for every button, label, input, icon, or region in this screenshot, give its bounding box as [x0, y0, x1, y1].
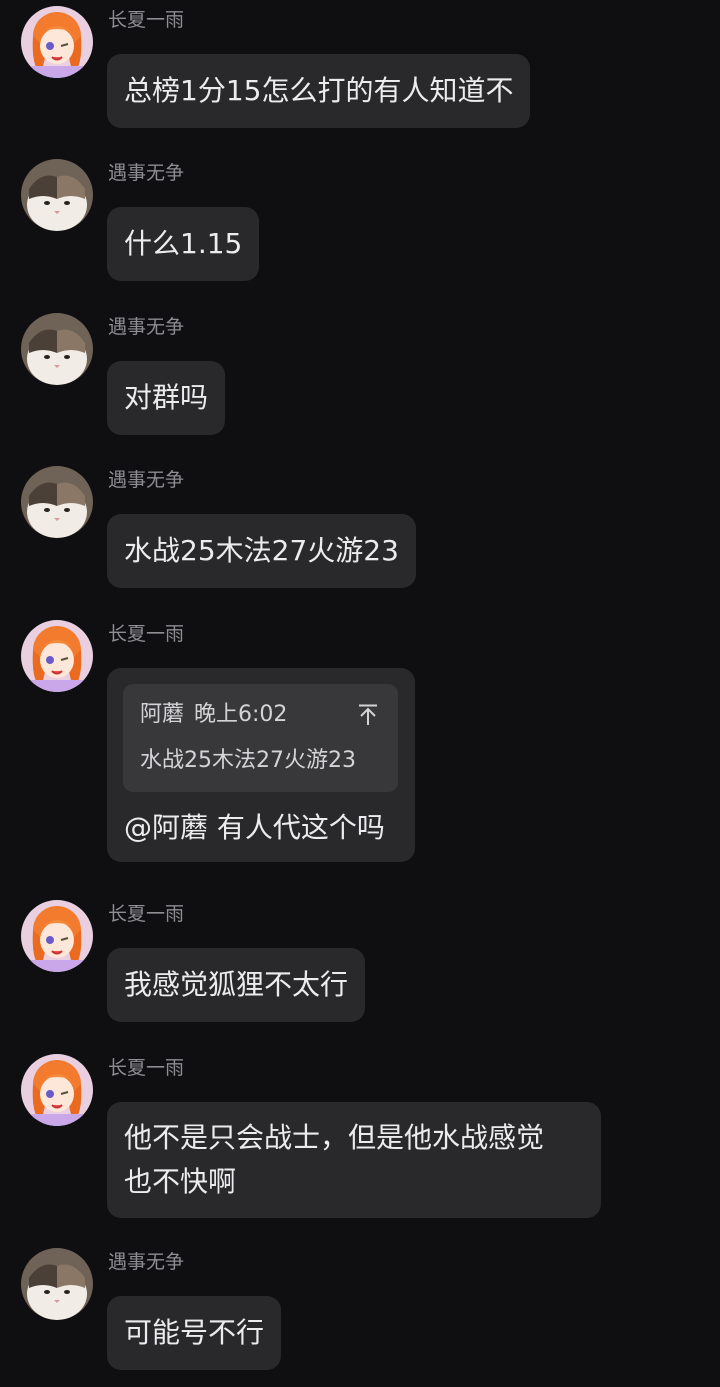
cat-avatar[interactable] [21, 466, 93, 538]
message-bubble[interactable]: 什么1.15 [107, 207, 260, 281]
quote-time: 晚上6:02 [194, 702, 288, 727]
sender-name: 长夏一雨 [108, 9, 185, 31]
message-bubble[interactable]: 水战25木法27火游23 [107, 514, 416, 588]
cat-avatar[interactable] [21, 1248, 93, 1320]
anime-girl-avatar[interactable] [21, 6, 93, 78]
anime-girl-avatar[interactable] [21, 620, 93, 692]
message-line: 也不快啊 [124, 1165, 237, 1198]
message-bubble[interactable]: 我感觉狐狸不太行 [107, 948, 366, 1022]
jump-to-message-icon[interactable] [358, 704, 378, 726]
sender-name: 长夏一雨 [108, 903, 185, 925]
message-bubble[interactable]: 他不是只会战士，但是他水战感觉 也不快啊 [107, 1102, 601, 1218]
quote-header: 阿蘑 晚上6:02 [140, 701, 287, 729]
message-bubble[interactable]: 阿蘑 晚上6:02 水战25木法27火游23 @阿蘑 有人代这个吗 [107, 668, 415, 862]
reply-text: @阿蘑 有人代这个吗 [124, 811, 385, 844]
sender-name: 长夏一雨 [108, 1057, 185, 1079]
sender-name: 遇事无争 [108, 162, 185, 184]
message-line: 他不是只会战士，但是他水战感觉 [124, 1121, 545, 1154]
quote-text: 水战25木法27火游23 [140, 748, 356, 773]
message-bubble[interactable]: 总榜1分15怎么打的有人知道不 [107, 54, 531, 128]
cat-avatar[interactable] [21, 313, 93, 385]
cat-avatar[interactable] [21, 159, 93, 231]
quoted-message[interactable]: 阿蘑 晚上6:02 水战25木法27火游23 [123, 684, 398, 792]
message-bubble[interactable]: 可能号不行 [107, 1296, 282, 1370]
sender-name: 遇事无争 [108, 469, 185, 491]
sender-name: 长夏一雨 [108, 623, 185, 645]
chat-message-list[interactable]: 长夏一雨 总榜1分15怎么打的有人知道不 遇事无争 什么1.15 遇事无争 对群… [0, 0, 720, 1387]
anime-girl-avatar[interactable] [21, 1054, 93, 1126]
message-bubble[interactable]: 对群吗 [107, 361, 226, 435]
sender-name: 遇事无争 [108, 316, 185, 338]
anime-girl-avatar[interactable] [21, 900, 93, 972]
quote-author: 阿蘑 [140, 702, 185, 727]
sender-name: 遇事无争 [108, 1251, 185, 1273]
